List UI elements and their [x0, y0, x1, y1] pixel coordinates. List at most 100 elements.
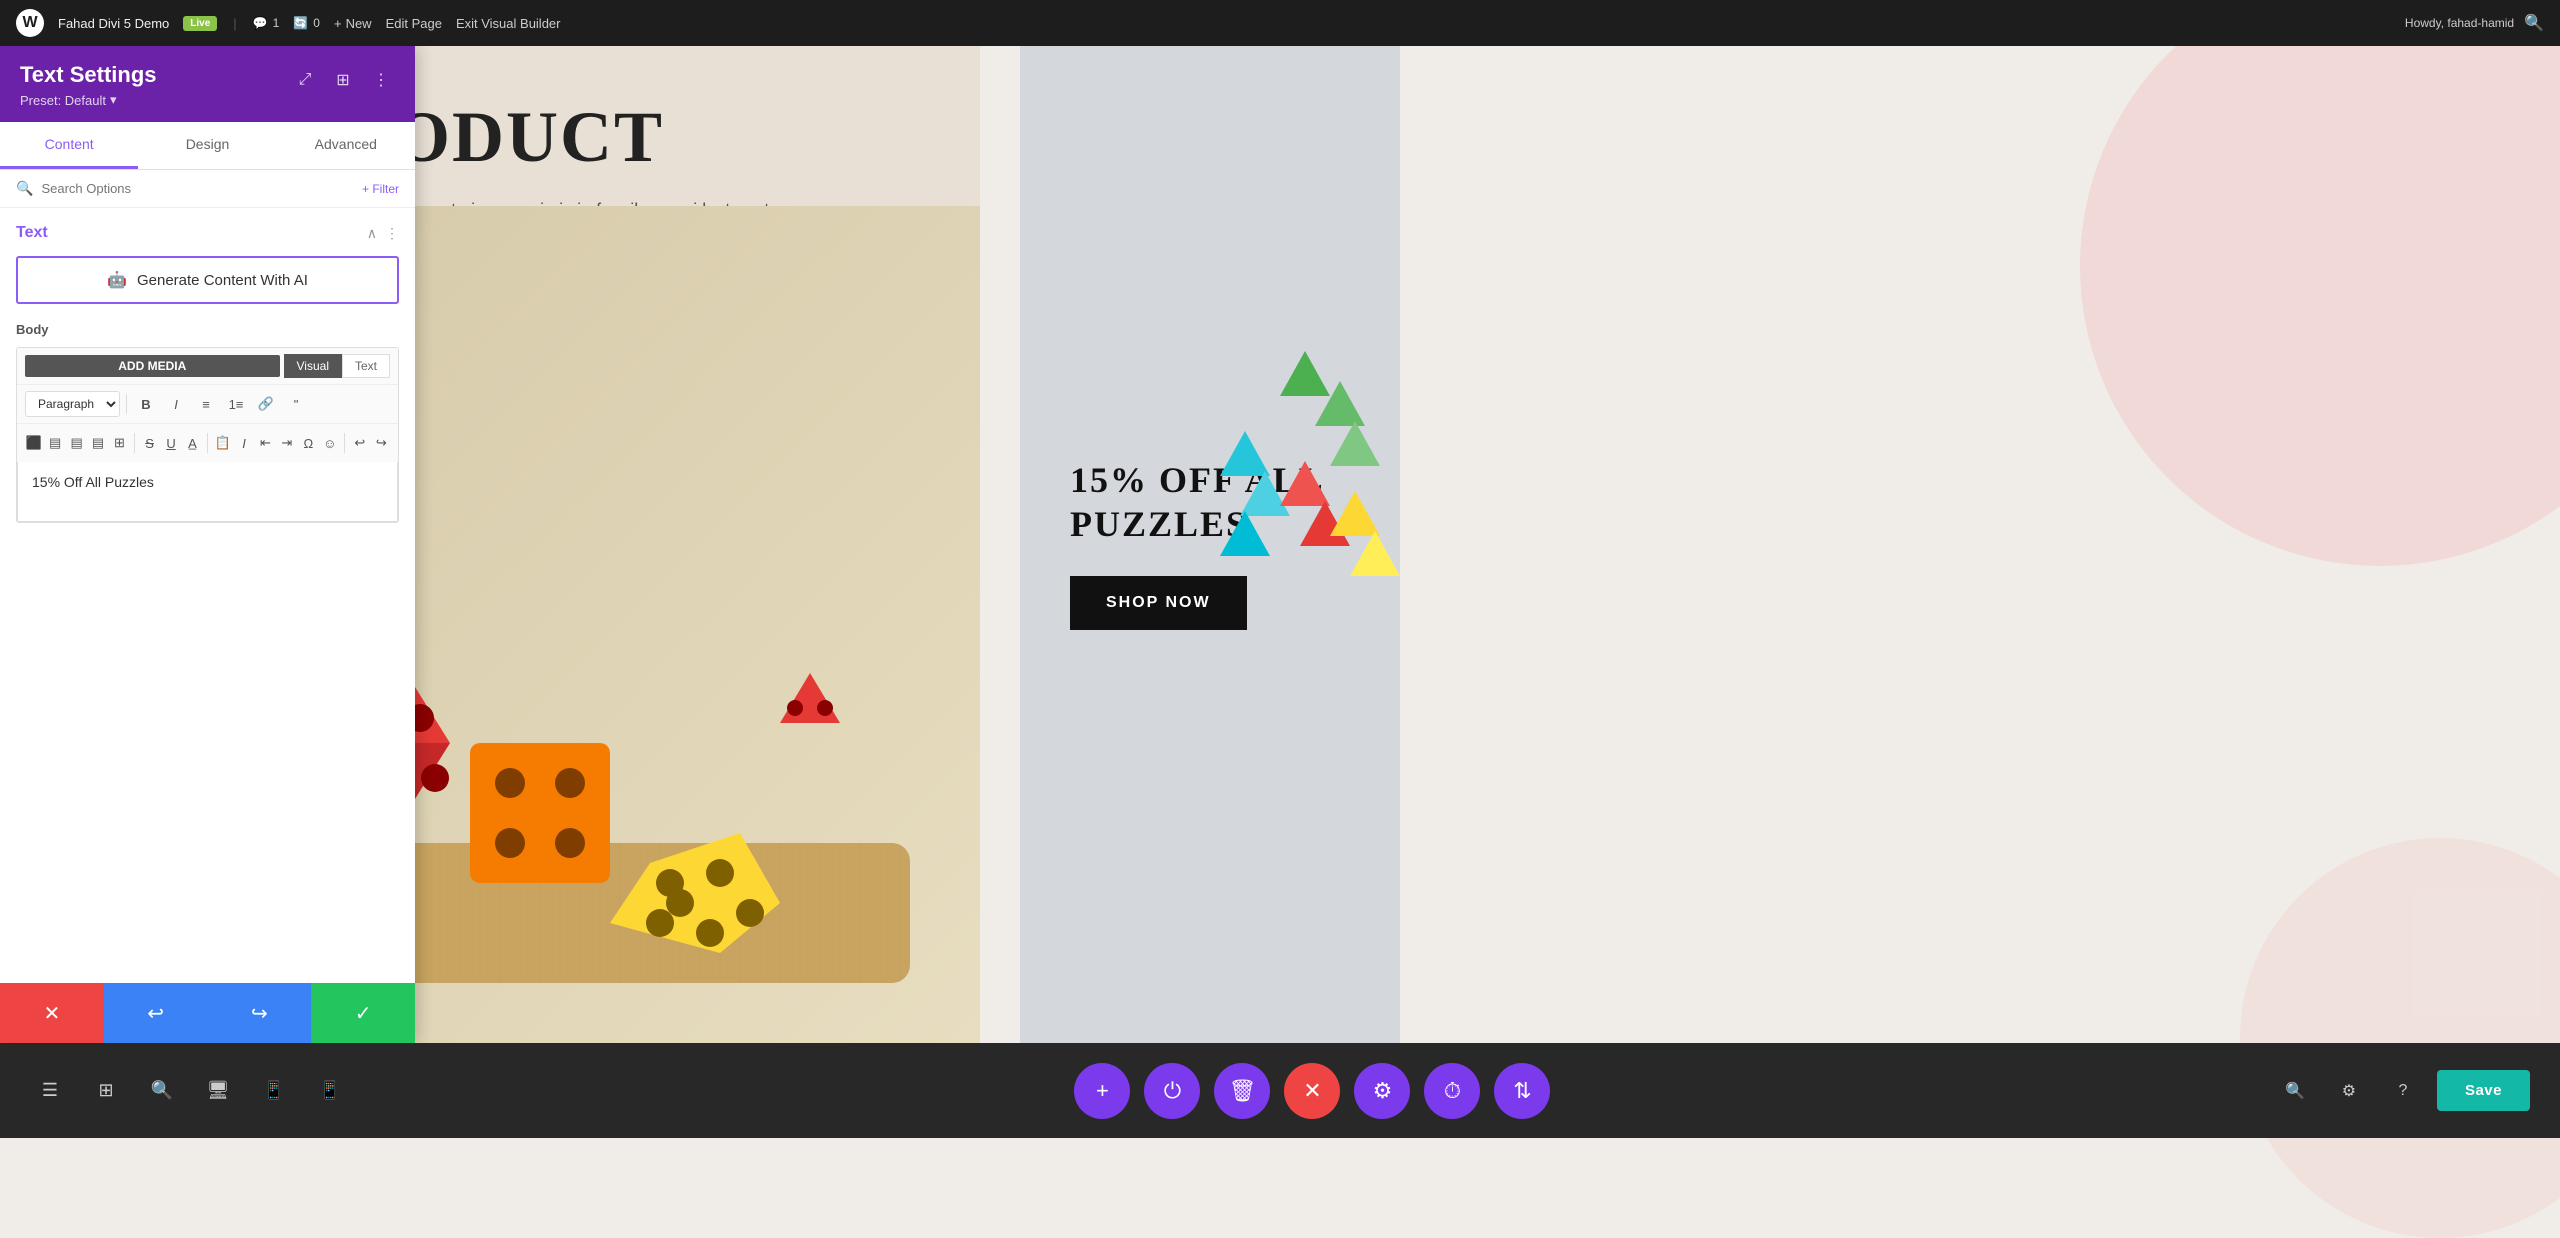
toolbar-row-2: Paragraph Heading 1 Heading 2 B I ≡ 1≡ 🔗…	[17, 385, 398, 424]
ai-icon: 🤖	[107, 270, 127, 290]
panel-title: Text Settings	[20, 62, 157, 88]
search-icon[interactable]: 🔍	[2524, 13, 2544, 33]
howdy-text: Howdy, fahad-hamid	[2405, 16, 2514, 30]
separator	[126, 394, 127, 414]
italic-icon[interactable]: I	[163, 391, 189, 417]
admin-bar: W Fahad Divi 5 Demo Live | 💬 1 🔄 0 + New…	[0, 0, 2560, 46]
text-section-header: Text ∧ ⋮	[16, 224, 399, 242]
tab-content[interactable]: Content	[0, 122, 138, 169]
panel-title-area: Text Settings Preset: Default ▾	[20, 62, 157, 108]
underline-icon[interactable]: U	[162, 430, 179, 456]
help-button[interactable]: ?	[2383, 1071, 2423, 1111]
unordered-list-icon[interactable]: ≡	[193, 391, 219, 417]
section-more-icon[interactable]: ⋮	[385, 225, 399, 242]
page-content: D PRODUCT et malesuada. Vestibulum ante …	[0, 46, 2560, 1138]
separator3	[207, 433, 208, 453]
edit-page-link[interactable]: Edit Page	[386, 16, 442, 31]
panel-preset[interactable]: Preset: Default ▾	[20, 92, 157, 108]
bold-icon[interactable]: B	[133, 391, 159, 417]
add-element-button[interactable]: +	[1074, 1063, 1130, 1119]
tab-advanced[interactable]: Advanced	[277, 122, 415, 169]
undo-button[interactable]: ↩	[104, 983, 208, 1043]
plus-icon: +	[334, 16, 342, 31]
body-label: Body	[16, 322, 399, 337]
paragraph-select[interactable]: Paragraph Heading 1 Heading 2	[25, 391, 120, 417]
triangles-svg	[1020, 46, 1400, 646]
indent-left-icon[interactable]: ⇤	[257, 430, 274, 456]
exit-visual-builder-link[interactable]: Exit Visual Builder	[456, 16, 561, 31]
close-button[interactable]: ✕	[1284, 1063, 1340, 1119]
undo-icon[interactable]: ↩	[351, 430, 368, 456]
editor-content-area[interactable]: 15% Off All Puzzles	[17, 462, 398, 522]
visual-tab[interactable]: Visual	[284, 354, 342, 378]
separator4	[344, 433, 345, 453]
tab-design[interactable]: Design	[138, 122, 276, 169]
comments-item[interactable]: 💬 1	[253, 16, 280, 30]
bottom-bar: ☰ ⊞ 🔍 🖥 📱 📱 + ⏻ 🗑 ✕ ⚙ ⏱ ⇅ 🔍 ⚙ ? Save	[0, 1043, 2560, 1138]
filter-button[interactable]: + Filter	[362, 182, 399, 196]
cancel-icon: ✕	[43, 1001, 60, 1026]
admin-bar-left: W Fahad Divi 5 Demo Live | 💬 1 🔄 0 + New…	[16, 9, 2389, 37]
bb-right-controls: 🔍 ⚙ ? Save	[2275, 1070, 2530, 1111]
settings-panel: Text Settings Preset: Default ▾ ⤢ ⊞ ⋮ Co…	[0, 46, 415, 1043]
indent-right-icon[interactable]: ⇥	[278, 430, 295, 456]
mobile-view-button[interactable]: 📱	[310, 1071, 350, 1111]
ai-button-label: Generate Content With AI	[137, 272, 308, 289]
redo-icon[interactable]: ↪	[373, 430, 390, 456]
italic2-icon[interactable]: I	[235, 430, 252, 456]
section-actions: ∧ ⋮	[367, 225, 399, 242]
link-icon[interactable]: 🔗	[253, 391, 279, 417]
text-tab[interactable]: Text	[342, 354, 390, 378]
align-center-icon[interactable]: ▤	[46, 430, 63, 456]
paste-text-icon[interactable]: 📋	[214, 430, 231, 456]
table-icon[interactable]: ⊞	[111, 430, 128, 456]
toolbar-row-3: ⬛ ▤ ▤ ▤ ⊞ S U A̲ 📋 I ⇤ ⇥ Ω ☺	[17, 424, 398, 462]
add-media-button[interactable]: ADD MEDIA	[25, 355, 280, 377]
comment-icon: 💬	[253, 16, 268, 30]
updates-item[interactable]: 🔄 0	[293, 16, 320, 30]
more-options-icon[interactable]: ⋮	[367, 66, 395, 94]
new-button[interactable]: + New	[334, 16, 372, 31]
shop-now-button[interactable]: SHOP NOW	[1070, 576, 1247, 630]
settings-button[interactable]: ⚙	[1354, 1063, 1410, 1119]
zoom-button[interactable]: 🔍	[2275, 1071, 2315, 1111]
grid-layout-button[interactable]: ⊞	[86, 1071, 126, 1111]
text-color-icon[interactable]: A̲	[184, 430, 201, 456]
desktop-view-button[interactable]: 🖥	[198, 1071, 238, 1111]
quote-icon[interactable]: "	[283, 391, 309, 417]
apply-button[interactable]: ✓	[311, 983, 415, 1043]
wordpress-logo[interactable]: W	[16, 9, 44, 37]
hamburger-menu-button[interactable]: ☰	[30, 1071, 70, 1111]
emoji-icon[interactable]: ☺	[321, 430, 338, 456]
special-chars-icon[interactable]: Ω	[300, 430, 317, 456]
extra-button[interactable]: ⇅	[1494, 1063, 1550, 1119]
settings2-button[interactable]: ⚙	[2329, 1071, 2369, 1111]
search-options-input[interactable]	[41, 181, 354, 196]
cancel-button[interactable]: ✕	[0, 983, 104, 1043]
strikethrough-icon[interactable]: S	[141, 430, 158, 456]
panel-tabs: Content Design Advanced	[0, 122, 415, 170]
history-button[interactable]: ⏱	[1424, 1063, 1480, 1119]
panel-body: Text ∧ ⋮ 🤖 Generate Content With AI Body…	[0, 208, 415, 983]
ordered-list-icon[interactable]: 1≡	[223, 391, 249, 417]
site-name[interactable]: Fahad Divi 5 Demo	[58, 16, 169, 31]
columns-icon[interactable]: ⊞	[329, 66, 357, 94]
panel-search: 🔍 + Filter	[0, 170, 415, 208]
power-button[interactable]: ⏻	[1144, 1063, 1200, 1119]
editor-view-tabs: Visual Text	[284, 354, 390, 378]
align-left-icon[interactable]: ⬛	[25, 430, 42, 456]
preset-label: Preset: Default	[20, 93, 106, 108]
trash-button[interactable]: 🗑	[1214, 1063, 1270, 1119]
align-right-icon[interactable]: ▤	[68, 430, 85, 456]
redo-button[interactable]: ↪	[208, 983, 312, 1043]
search-button[interactable]: 🔍	[142, 1071, 182, 1111]
collapse-icon[interactable]: ∧	[367, 225, 377, 242]
save-button[interactable]: Save	[2437, 1070, 2530, 1111]
text-section-title: Text	[16, 224, 48, 242]
tablet-view-button[interactable]: 📱	[254, 1071, 294, 1111]
expand-icon[interactable]: ⤢	[291, 66, 319, 94]
toolbar-row-1: ADD MEDIA Visual Text	[17, 348, 398, 385]
justify-icon[interactable]: ▤	[89, 430, 106, 456]
ai-generate-button[interactable]: 🤖 Generate Content With AI	[16, 256, 399, 304]
deco-circle-small	[2240, 838, 2560, 1238]
